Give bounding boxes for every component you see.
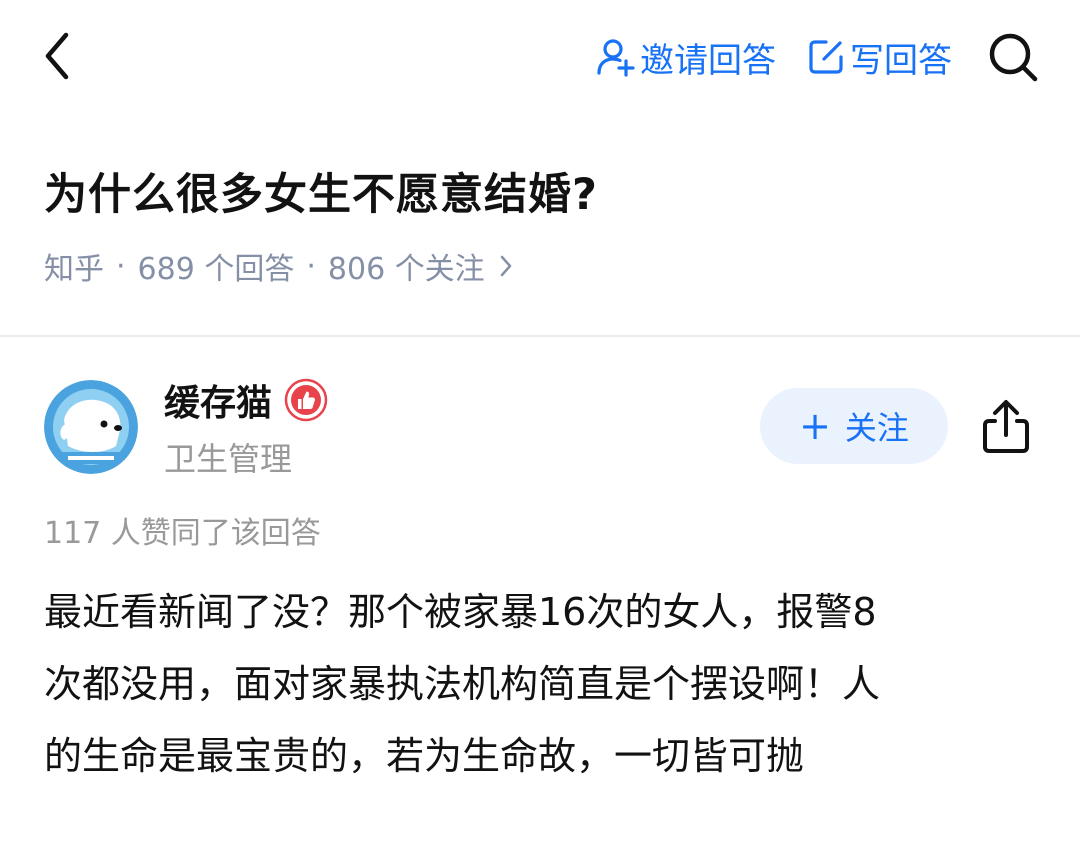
search-button[interactable]	[986, 30, 1040, 84]
upvote-summary: 117 人赞同了该回答	[44, 516, 321, 551]
thumbs-up-badge-icon	[284, 378, 328, 422]
author-name[interactable]: 缓存猫	[164, 376, 328, 424]
write-answer-button[interactable]: 写回答	[806, 33, 952, 82]
answer-line: 的生命是最宝贵的，若为生命故，一切皆可抛	[44, 734, 805, 778]
author-name-label: 缓存猫	[164, 383, 273, 424]
section-divider	[0, 335, 1080, 337]
answer-line: 最近看新闻了没？那个被家暴16次的女人，报警8	[44, 590, 877, 634]
invite-answer-label: 邀请回答	[640, 40, 776, 81]
plus-icon: +	[799, 404, 831, 448]
top-actions: 邀请回答 写回答	[596, 30, 1040, 84]
search-icon	[989, 33, 1038, 82]
meta-separator: ·	[306, 248, 316, 284]
follow-button[interactable]: + 关注	[760, 388, 948, 464]
source-label: 知乎	[44, 252, 104, 287]
chevron-right-icon	[499, 254, 513, 278]
share-button[interactable]	[972, 392, 1040, 460]
write-answer-label: 写回答	[850, 40, 952, 81]
question-title[interactable]: 为什么很多女生不愿意结婚?	[44, 160, 598, 222]
followers-count: 806 个关注	[327, 252, 485, 287]
answer-body[interactable]: 最近看新闻了没？那个被家暴16次的女人，报警8 次都没用，面对家暴执法机构简直是…	[44, 576, 1034, 792]
author-tagline: 卫生管理	[164, 440, 293, 478]
answer-line: 次都没用，面对家暴执法机构简直是个摆设啊！人	[44, 662, 881, 706]
answer-screen: 邀请回答 写回答 为什么很多女生不愿意结婚? 知乎 · 689 个回答 · 80…	[0, 0, 1080, 857]
avatar[interactable]	[44, 380, 138, 474]
chevron-left-icon	[45, 32, 69, 80]
avatar-image	[44, 380, 138, 474]
answers-count: 689 个回答	[137, 252, 295, 287]
follow-label: 关注	[844, 409, 909, 447]
edit-icon	[806, 37, 846, 77]
user-plus-icon	[596, 37, 636, 77]
share-icon	[983, 400, 1029, 453]
question-meta[interactable]: 知乎 · 689 个回答 · 806 个关注	[44, 244, 513, 288]
invite-answer-button[interactable]: 邀请回答	[596, 33, 776, 82]
back-button[interactable]	[32, 26, 82, 86]
meta-separator: ·	[116, 248, 126, 284]
